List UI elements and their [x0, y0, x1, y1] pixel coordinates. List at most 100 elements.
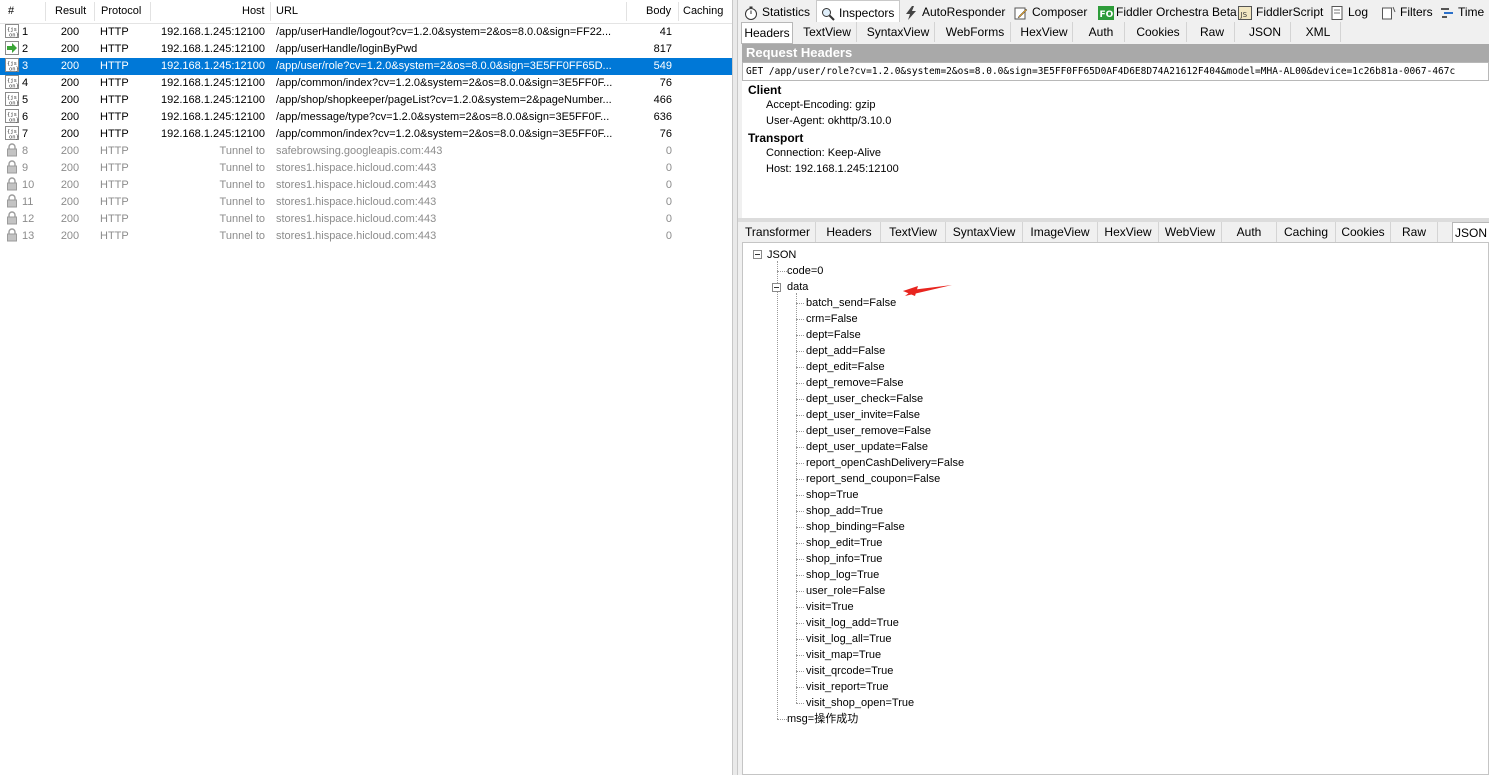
json-node-data-item[interactable]: report_send_coupon=False [806, 471, 940, 487]
request-tab-cookies[interactable]: Cookies [1130, 22, 1187, 42]
column-header-host[interactable]: Host [242, 0, 265, 23]
json-node-data-item[interactable]: visit_map=True [806, 647, 881, 663]
json-node-data-item[interactable]: dept_user_update=False [806, 439, 928, 455]
json-node-data-item[interactable]: shop_log=True [806, 567, 879, 583]
session-host: 192.168.1.245:12100 [161, 77, 265, 89]
json-node-data-item[interactable]: shop_add=True [806, 503, 883, 519]
json-node-data-item[interactable]: visit_shop_open=True [806, 695, 914, 711]
response-tab-caching[interactable]: Caching [1277, 222, 1336, 242]
json-node-data-item[interactable]: shop_edit=True [806, 535, 882, 551]
json-node-data-item[interactable]: visit_log_all=True [806, 631, 892, 647]
json-node-msg[interactable]: msg=操作成功 [787, 711, 858, 727]
tab-log[interactable]: Log [1326, 0, 1370, 22]
response-tab-imageview[interactable]: ImageView [1023, 222, 1098, 242]
response-tab-cookies[interactable]: Cookies [1336, 222, 1391, 242]
json-node-data-item[interactable]: dept_user_invite=False [806, 407, 920, 423]
header-user-agent[interactable]: User-Agent: okhttp/3.10.0 [766, 115, 891, 127]
request-tab-syntaxview[interactable]: SyntaxView [862, 22, 935, 42]
json-node-data-item[interactable]: user_role=False [806, 583, 885, 599]
tab-fiddlerscript[interactable]: JS FiddlerScript [1234, 0, 1323, 22]
response-tab-webview[interactable]: WebView [1159, 222, 1222, 242]
session-body: 76 [659, 77, 672, 89]
column-header-protocol[interactable]: Protocol [101, 0, 141, 23]
json-node-data-item[interactable]: visit_log_add=True [806, 615, 899, 631]
session-row[interactable]: {js on} 5 200 HTTP 192.168.1.245:12100/app/sh… [0, 92, 732, 109]
lightning-icon [904, 4, 920, 20]
json-node-data-item[interactable]: shop=True [806, 487, 859, 503]
json-node-data-item[interactable]: visit_report=True [806, 679, 888, 695]
tab-fiddler-orchestra-beta[interactable]: FO Fiddler Orchestra Beta [1094, 0, 1237, 22]
column-header-body[interactable]: Body [646, 0, 671, 23]
request-tab-xml[interactable]: XML [1296, 22, 1341, 42]
json-root-collapse-toggle[interactable] [753, 250, 762, 259]
session-row[interactable]: 12 200 HTTP Tunnel to stores1.hispace.hiclou… [0, 211, 732, 228]
response-tab-auth[interactable]: Auth [1222, 222, 1277, 242]
tab-statistics[interactable]: Statistics [740, 0, 816, 22]
header-connection[interactable]: Connection: Keep-Alive [766, 147, 881, 159]
session-row[interactable]: 9 200 HTTP Tunnel to stores1.hispace.hicloud… [0, 160, 732, 177]
request-tab-webforms[interactable]: WebForms [940, 22, 1011, 42]
session-row[interactable]: {js on} 1 200 HTTP 192.168.1.245:12100/app/us… [0, 24, 732, 41]
response-tab-transformer[interactable]: Transformer [740, 222, 816, 242]
request-tab-auth[interactable]: Auth [1078, 22, 1125, 42]
session-body: 41 [659, 26, 672, 38]
json-node-data-item[interactable]: crm=False [806, 311, 858, 327]
json-node-data-item[interactable]: shop_binding=False [806, 519, 905, 535]
json-node-data-item[interactable]: dept_remove=False [806, 375, 904, 391]
json-node-data-item[interactable]: dept_user_remove=False [806, 423, 931, 439]
column-header-url[interactable]: URL [276, 0, 298, 23]
tab-time[interactable]: Time [1436, 0, 1489, 22]
response-tab-textview[interactable]: TextView [881, 222, 946, 242]
json-node-data-item[interactable]: visit=True [806, 599, 854, 615]
session-number: 9 [22, 162, 29, 174]
json-node-data-item[interactable]: dept_user_check=False [806, 391, 923, 407]
session-url: /app/message/type?cv=1.2.0&system=2&os=8… [276, 111, 610, 123]
header-accept-encoding[interactable]: Accept-Encoding: gzip [766, 99, 875, 111]
session-row[interactable]: 2 200 HTTP 192.168.1.245:12100/app/userHand… [0, 41, 732, 58]
request-tab-json[interactable]: JSON [1240, 22, 1291, 42]
session-host: Tunnel to [219, 196, 265, 208]
session-row[interactable]: 10 200 HTTP Tunnel to stores1.hispace.hiclou… [0, 177, 732, 194]
session-row[interactable]: {js on} 4 200 HTTP 192.168.1.245:12100/app/co… [0, 75, 732, 92]
json-root-node[interactable]: JSON [767, 247, 796, 263]
response-tab-json[interactable]: JSON [1452, 222, 1489, 244]
session-row[interactable]: 8 200 HTTP Tunnel to safebrowsing.googleapis… [0, 143, 732, 160]
tab-composer[interactable]: Composer [1010, 0, 1094, 22]
json-icon: {js on} [5, 24, 19, 38]
request-tab-raw[interactable]: Raw [1190, 22, 1235, 42]
json-data-collapse-toggle[interactable] [772, 283, 781, 292]
column-header-result[interactable]: Result [55, 0, 86, 23]
request-tab-textview[interactable]: TextView [798, 22, 857, 42]
session-row[interactable]: {js on} 6 200 HTTP 192.168.1.245:12100/app/me… [0, 109, 732, 126]
request-tab-hexview[interactable]: HexView [1016, 22, 1073, 42]
column-header-caching[interactable]: Caching [683, 0, 723, 23]
session-row[interactable]: 11 200 HTTP Tunnel to stores1.hispace.hiclou… [0, 194, 732, 211]
response-tab-headers[interactable]: Headers [818, 222, 881, 242]
json-node-data-item[interactable]: batch_send=False [806, 295, 896, 311]
json-node-data-item[interactable]: shop_info=True [806, 551, 882, 567]
json-node-data-item[interactable]: dept=False [806, 327, 861, 343]
json-node-data-item[interactable]: report_openCashDelivery=False [806, 455, 964, 471]
json-node-data-item[interactable]: dept_edit=False [806, 359, 885, 375]
response-tab-syntaxview[interactable]: SyntaxView [946, 222, 1023, 242]
header-group-transport[interactable]: Transport [748, 131, 803, 145]
session-protocol: HTTP [100, 128, 129, 140]
json-node-code[interactable]: code=0 [787, 263, 823, 279]
tab-autoresponder[interactable]: AutoResponder [900, 0, 1005, 22]
column-header-num[interactable]: # [8, 0, 14, 23]
response-tab-hexview[interactable]: HexView [1098, 222, 1159, 242]
header-host[interactable]: Host: 192.168.1.245:12100 [766, 163, 899, 175]
request-tab-headers[interactable]: Headers [741, 22, 793, 44]
session-row[interactable]: {js on} 7 200 HTTP 192.168.1.245:12100/app/co… [0, 126, 732, 143]
session-body: 76 [659, 128, 672, 140]
tab-filters[interactable]: Filters [1378, 0, 1434, 22]
session-host: Tunnel to [219, 179, 265, 191]
json-node-data[interactable]: data [787, 279, 808, 295]
tab-inspectors[interactable]: Inspectors [816, 0, 900, 23]
json-node-data-item[interactable]: visit_qrcode=True [806, 663, 893, 679]
json-node-data-item[interactable]: dept_add=False [806, 343, 885, 359]
response-tab-raw[interactable]: Raw [1391, 222, 1438, 242]
session-row[interactable]: {js on} 3 200 HTTP 192.168.1.245:12100/app/us… [0, 58, 732, 75]
header-group-client[interactable]: Client [748, 83, 781, 97]
session-row[interactable]: 13 200 HTTP Tunnel to stores1.hispace.hiclou… [0, 228, 732, 245]
